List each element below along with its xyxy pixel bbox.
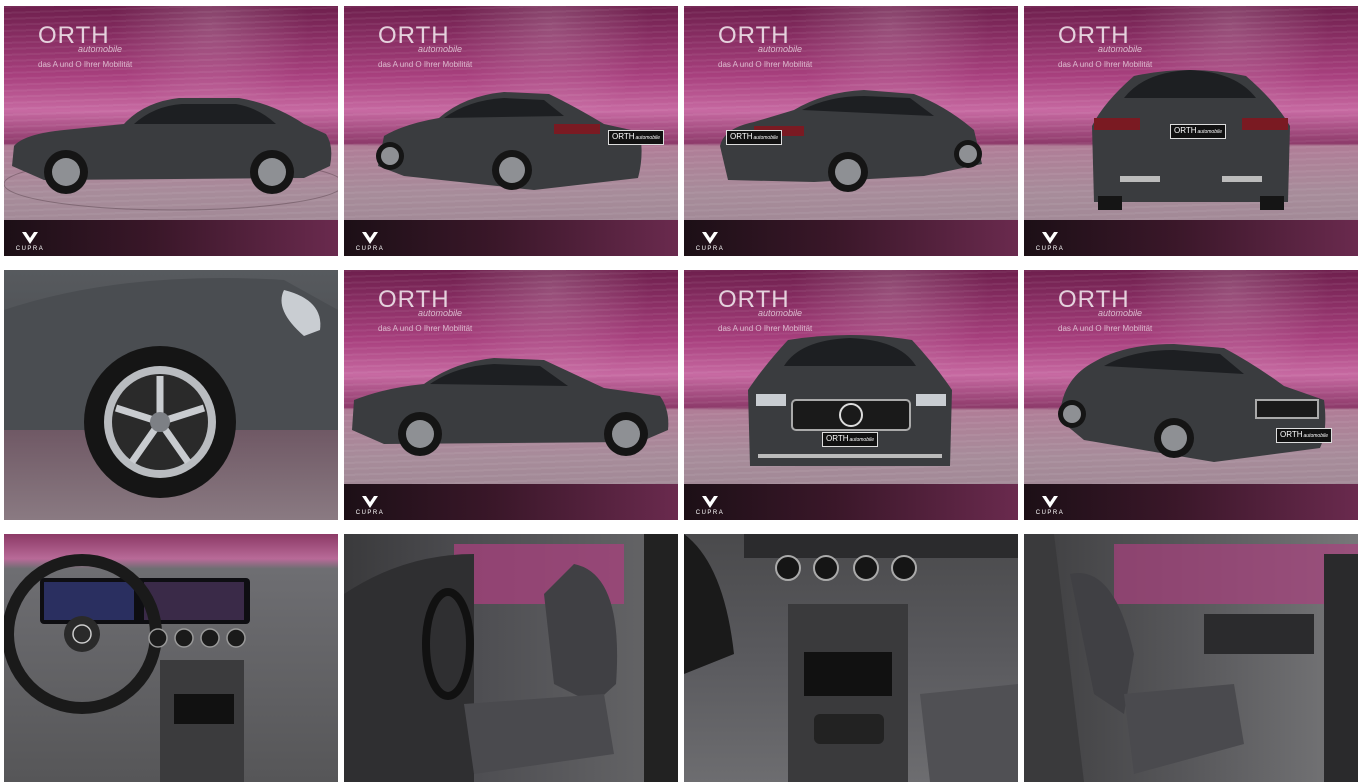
photo-tile-7[interactable]: ORTHautomobile ORTH automobile das A und… bbox=[684, 270, 1018, 520]
dealer-logo-sub: automobile bbox=[418, 308, 463, 318]
dealer-plate: ORTHautomobile bbox=[608, 130, 664, 145]
dealer-plate: ORTHautomobile bbox=[1276, 428, 1332, 443]
dealer-logo-sub: automobile bbox=[78, 44, 123, 54]
cupra-label: CUPRA bbox=[695, 246, 725, 252]
cupra-logo: CUPRA bbox=[352, 231, 388, 252]
photo-tile-10[interactable] bbox=[344, 534, 678, 782]
wheel-closeup-view bbox=[4, 278, 338, 498]
cupra-icon bbox=[702, 232, 718, 244]
photo-tile-9[interactable] bbox=[4, 534, 338, 782]
cupra-logo: CUPRA bbox=[352, 495, 388, 516]
photo-tile-12[interactable] bbox=[1024, 534, 1358, 782]
center-console-view bbox=[684, 534, 1018, 782]
photo-tile-3[interactable]: ORTHautomobile ORTH automobile das A und… bbox=[684, 6, 1018, 256]
dealer-tagline: das A und O Ihrer Mobilität bbox=[718, 60, 813, 69]
photo-tile-2[interactable]: ORTHautomobile ORTH automobile das A und… bbox=[344, 6, 678, 256]
photo-tile-6[interactable]: ORTH automobile das A und O Ihrer Mobili… bbox=[344, 270, 678, 520]
cupra-logo: CUPRA bbox=[692, 231, 728, 252]
dealer-tagline: das A und O Ihrer Mobilität bbox=[1058, 324, 1153, 333]
cupra-icon bbox=[362, 232, 378, 244]
footer-bar bbox=[684, 220, 1018, 256]
dealer-tagline: das A und O Ihrer Mobilität bbox=[378, 60, 473, 69]
cupra-label: CUPRA bbox=[1035, 246, 1065, 252]
dealer-logo: ORTH automobile das A und O Ihrer Mobili… bbox=[718, 288, 813, 334]
cupra-logo: CUPRA bbox=[12, 231, 48, 252]
cupra-logo: CUPRA bbox=[692, 495, 728, 516]
cupra-logo: CUPRA bbox=[1032, 495, 1068, 516]
footer-bar bbox=[1024, 220, 1358, 256]
passenger-seat-view bbox=[1024, 534, 1358, 782]
footer-bar bbox=[684, 484, 1018, 520]
cupra-icon bbox=[702, 496, 718, 508]
dealer-tagline: das A und O Ihrer Mobilität bbox=[1058, 60, 1153, 69]
dealer-logo: ORTH automobile das A und O Ihrer Mobili… bbox=[38, 24, 133, 70]
photo-tile-8[interactable]: ORTHautomobile ORTH automobile das A und… bbox=[1024, 270, 1358, 520]
cupra-label: CUPRA bbox=[15, 246, 45, 252]
dealer-logo-sub: automobile bbox=[1098, 308, 1143, 318]
dealer-logo-sub: automobile bbox=[1098, 44, 1143, 54]
photo-gallery: ORTH automobile das A und O Ihrer Mobili… bbox=[0, 0, 1365, 783]
cupra-icon bbox=[362, 496, 378, 508]
dealer-logo-sub: automobile bbox=[758, 308, 803, 318]
photo-tile-5[interactable] bbox=[4, 270, 338, 520]
dealer-tagline: das A und O Ihrer Mobilität bbox=[378, 324, 473, 333]
photo-tile-4[interactable]: ORTHautomobile ORTH automobile das A und… bbox=[1024, 6, 1358, 256]
dealer-logo: ORTH automobile das A und O Ihrer Mobili… bbox=[1058, 24, 1153, 70]
dealer-plate: ORTHautomobile bbox=[726, 130, 782, 145]
photo-tile-11[interactable] bbox=[684, 534, 1018, 782]
dealer-logo: ORTH automobile das A und O Ihrer Mobili… bbox=[1058, 288, 1153, 334]
dealer-logo-sub: automobile bbox=[758, 44, 803, 54]
cupra-label: CUPRA bbox=[1035, 510, 1065, 516]
photo-tile-1[interactable]: ORTH automobile das A und O Ihrer Mobili… bbox=[4, 6, 338, 256]
cupra-label: CUPRA bbox=[355, 510, 385, 516]
dealer-tagline: das A und O Ihrer Mobilität bbox=[38, 60, 133, 69]
cupra-icon bbox=[1042, 232, 1058, 244]
cupra-label: CUPRA bbox=[695, 510, 725, 516]
dealer-tagline: das A und O Ihrer Mobilität bbox=[718, 324, 813, 333]
dealer-logo: ORTH automobile das A und O Ihrer Mobili… bbox=[718, 24, 813, 70]
dealer-plate: ORTHautomobile bbox=[1170, 124, 1226, 139]
cupra-icon bbox=[1042, 496, 1058, 508]
dealer-plate: ORTHautomobile bbox=[822, 432, 878, 447]
dealer-logo-sub: automobile bbox=[418, 44, 463, 54]
cupra-icon bbox=[22, 232, 38, 244]
footer-bar bbox=[344, 220, 678, 256]
dealer-logo: ORTH automobile das A und O Ihrer Mobili… bbox=[378, 288, 473, 334]
driver-seat-view bbox=[344, 534, 678, 782]
cupra-logo: CUPRA bbox=[1032, 231, 1068, 252]
cupra-label: CUPRA bbox=[355, 246, 385, 252]
cockpit-view bbox=[4, 554, 250, 782]
footer-bar bbox=[1024, 484, 1358, 520]
dealer-logo: ORTH automobile das A und O Ihrer Mobili… bbox=[378, 24, 473, 70]
footer-bar bbox=[4, 220, 338, 256]
footer-bar bbox=[344, 484, 678, 520]
